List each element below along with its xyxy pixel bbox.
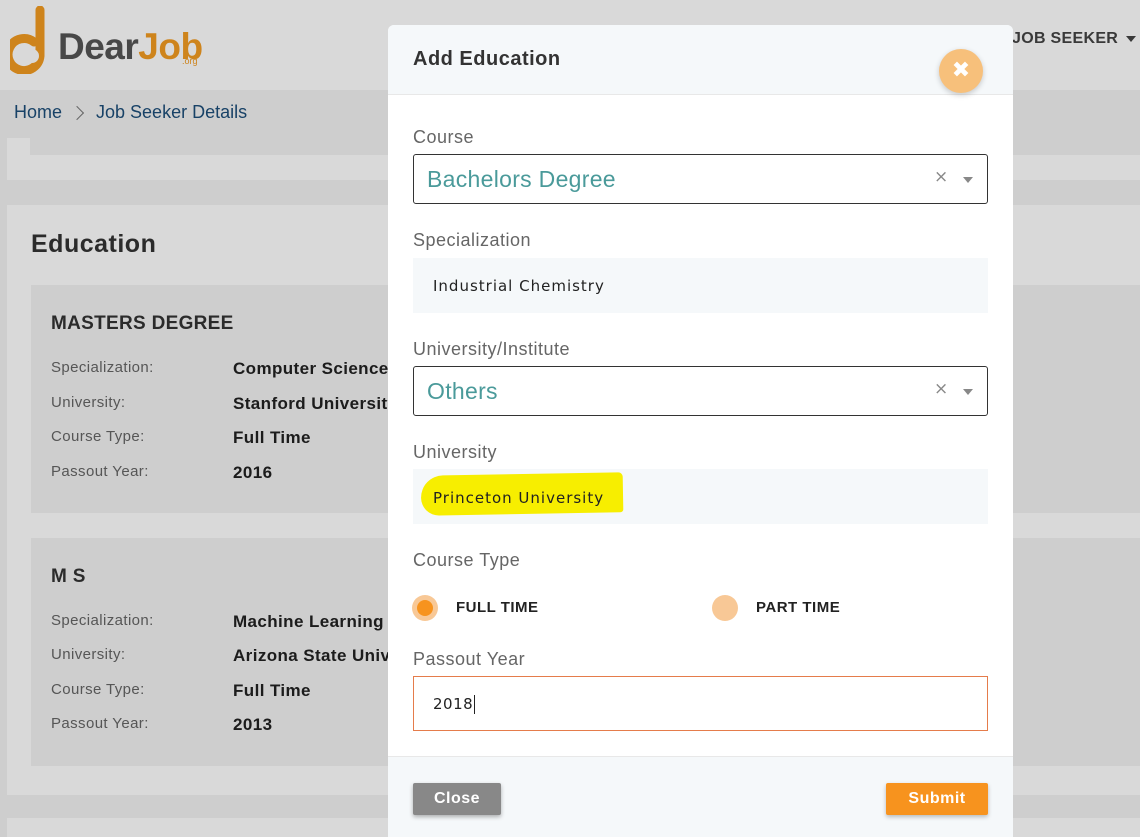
specialization-input-value: Industrial Chemistry	[433, 277, 605, 295]
clear-icon[interactable]: ×	[934, 379, 948, 399]
modal-title: Add Education	[413, 48, 561, 70]
course-type-label: Course Type	[413, 550, 521, 570]
passout-year-label: Passout Year	[413, 649, 526, 669]
university-institute-label: University/Institute	[413, 339, 571, 359]
close-button[interactable]: Close	[413, 783, 501, 815]
specialization-input[interactable]: Industrial Chemistry	[413, 258, 988, 313]
university-input-value: Princeton University	[433, 489, 605, 507]
part-time-radio-label[interactable]: PART TIME	[756, 599, 840, 616]
part-time-radio[interactable]	[712, 595, 738, 621]
course-select[interactable]: Bachelors Degree ×	[413, 154, 988, 204]
passout-year-input-value: 2018	[433, 695, 476, 714]
university-institute-select[interactable]: Others ×	[413, 366, 988, 416]
university-institute-selected-value: Others	[427, 378, 498, 404]
chevron-down-icon[interactable]	[963, 177, 973, 183]
text-cursor	[474, 695, 476, 714]
submit-button[interactable]: Submit	[886, 783, 988, 815]
specialization-label: Specialization	[413, 230, 532, 250]
passout-year-input[interactable]: 2018	[413, 676, 988, 731]
add-education-modal: Add Education ✖ Course Bachelors Degree …	[388, 25, 1013, 837]
close-icon[interactable]: ✖	[939, 49, 983, 93]
course-label: Course	[413, 127, 475, 147]
modal-header: Add Education ✖	[388, 25, 1013, 95]
full-time-radio-label[interactable]: FULL TIME	[456, 599, 539, 616]
chevron-down-icon[interactable]	[963, 389, 973, 395]
clear-icon[interactable]: ×	[934, 167, 948, 187]
university-input[interactable]: Princeton University	[413, 469, 988, 524]
modal-footer: Close Submit	[388, 756, 1013, 837]
full-time-radio[interactable]	[412, 595, 438, 621]
university-label: University	[413, 442, 498, 462]
course-selected-value: Bachelors Degree	[427, 166, 616, 192]
